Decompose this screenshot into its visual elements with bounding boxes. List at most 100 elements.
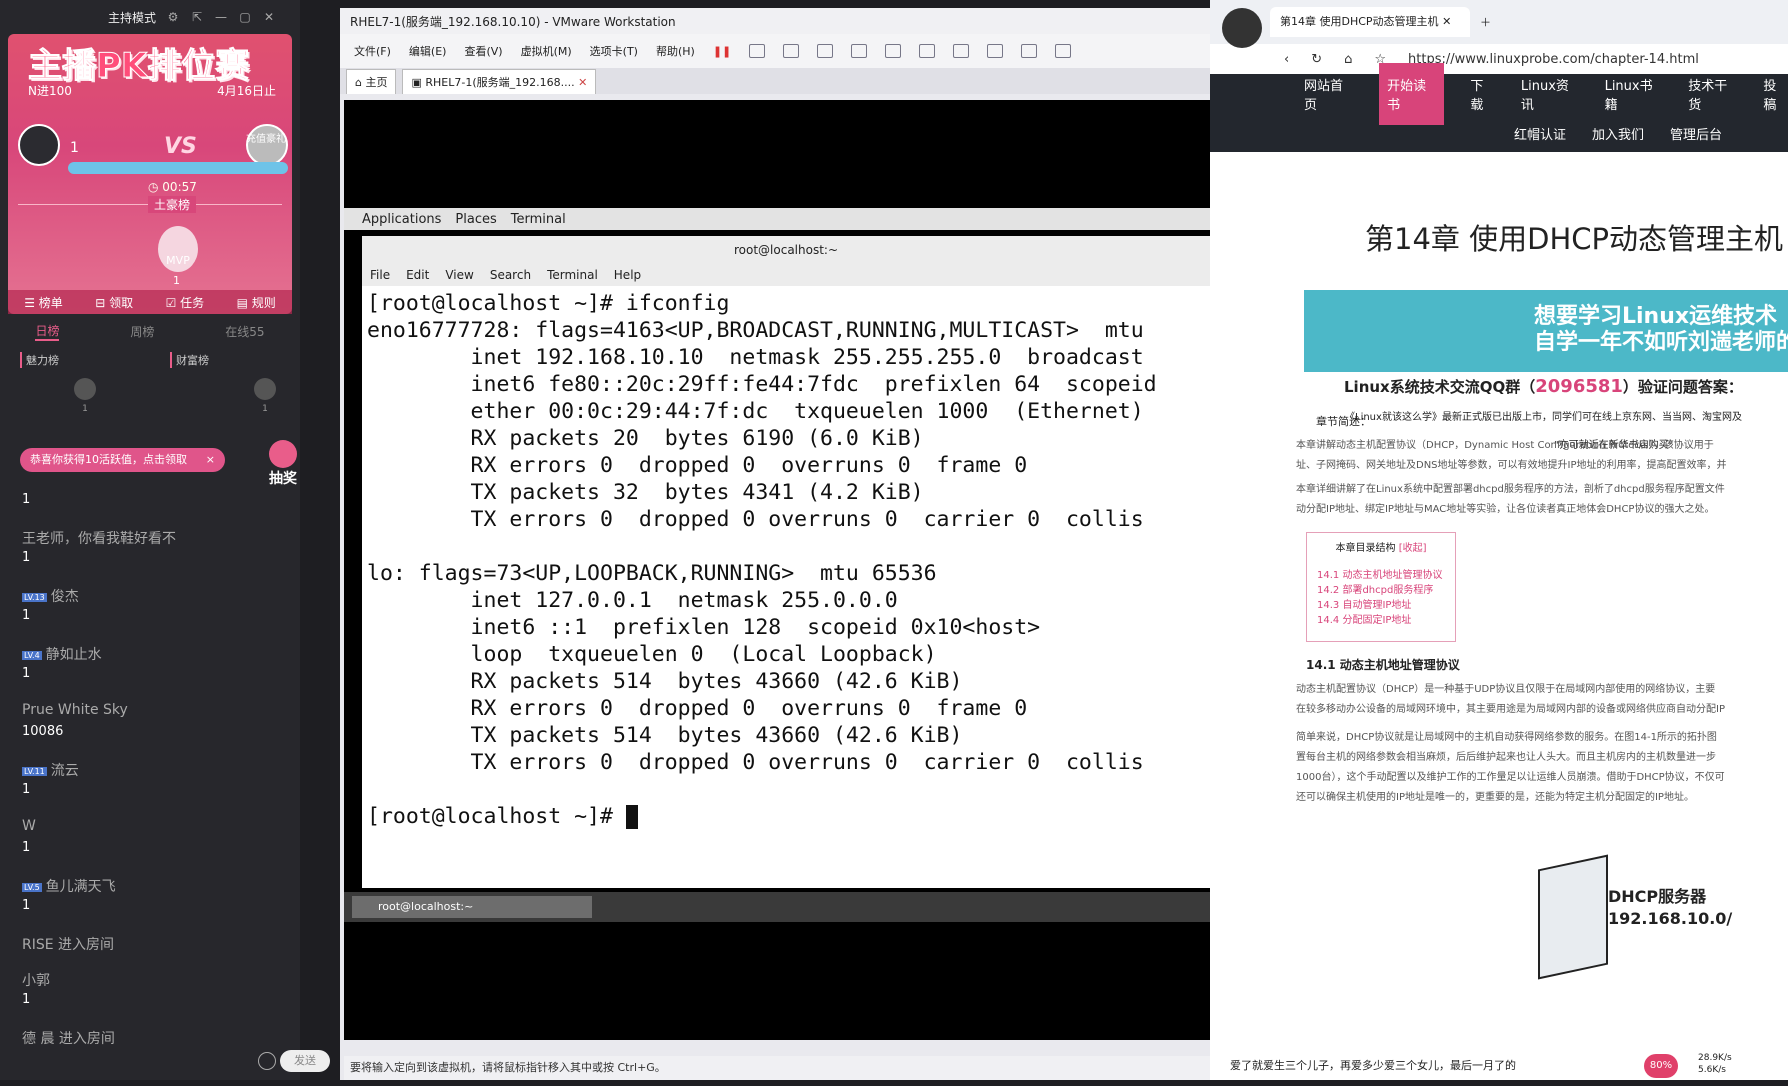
terminal-cursor: [625, 805, 638, 829]
level-badge: LV.13: [22, 592, 47, 602]
nav-admin[interactable]: 管理后台: [1670, 124, 1722, 143]
chat-message: 小郭 1: [22, 973, 50, 1007]
profile-avatar[interactable]: [1222, 8, 1262, 48]
nav-start-reading[interactable]: 开始读书: [1379, 63, 1445, 125]
console-view-icon[interactable]: [919, 44, 936, 58]
paragraph: 还可以确保主机使用的IP地址是唯一的，更重要的是，还能为特定主机分配固定的IP地…: [1296, 792, 1694, 803]
send-button[interactable]: 发送: [280, 1050, 330, 1072]
term-menu-edit[interactable]: Edit: [406, 268, 429, 282]
tab-online[interactable]: 在线55: [225, 323, 264, 340]
new-tab-icon[interactable]: ＋: [1480, 14, 1491, 30]
tab-home[interactable]: ⌂ 主页: [346, 69, 397, 94]
guard-label: 土豪榜: [148, 196, 197, 213]
tab-weekly[interactable]: 周榜: [130, 323, 154, 340]
back-icon[interactable]: ‹: [1284, 52, 1289, 67]
window-title: RHEL7-1(服务端_192.168.10.10) - VMware Work…: [350, 14, 676, 29]
popout-icon[interactable]: ⇱: [190, 10, 204, 24]
term-menu-help[interactable]: Help: [614, 268, 641, 282]
pause-icon[interactable]: ❚❚: [713, 45, 731, 58]
tab-close-icon[interactable]: ✕: [578, 76, 587, 89]
vs-label: VS: [164, 134, 197, 159]
nav-tech[interactable]: 技术干货: [1688, 75, 1737, 113]
stretch-icon[interactable]: [1055, 44, 1072, 58]
terminal-view-icon[interactable]: [1021, 44, 1038, 58]
url-field[interactable]: https://www.linuxprobe.com/chapter-14.ht…: [1408, 52, 1699, 67]
term-menu-terminal[interactable]: Terminal: [547, 268, 598, 282]
toc-collapse-link[interactable]: [收起]: [1399, 543, 1427, 554]
menu-vm[interactable]: 虚拟机(M): [521, 43, 572, 59]
term-menu-view[interactable]: View: [445, 268, 473, 282]
cpu-usage-badge[interactable]: 80%: [1644, 1054, 1678, 1078]
fullscreen-icon[interactable]: [953, 44, 970, 58]
tab-daily[interactable]: 日榜: [35, 322, 60, 341]
toc-item[interactable]: 14.3 自动管理IP地址: [1317, 598, 1445, 613]
nav-home[interactable]: 网站首页: [1304, 75, 1353, 113]
toc-item[interactable]: 14.2 部署dhcpd服务程序: [1317, 583, 1445, 598]
pk-tab-task[interactable]: ☑ 任务: [166, 294, 205, 311]
top-user-charm[interactable]: 1: [70, 378, 100, 414]
menu-tabs[interactable]: 选项卡(T): [590, 43, 638, 59]
nav-books[interactable]: Linux书籍: [1605, 75, 1663, 113]
taskbar-terminal-item[interactable]: root@localhost:~: [352, 896, 592, 918]
nav-download[interactable]: 下载: [1470, 75, 1495, 113]
browser-window: 第14章 使用DHCP动态管理主机 ✕ ＋ ‹ ↻ ⌂ ☆ https://ww…: [1210, 0, 1788, 1080]
address-bar: ‹ ↻ ⌂ ☆ https://www.linuxprobe.com/chapt…: [1210, 44, 1788, 74]
top-user-wealth[interactable]: 1: [250, 378, 280, 414]
nav-submit[interactable]: 投稿: [1763, 75, 1788, 113]
reward-notice[interactable]: 恭喜你获得10活跃值，点击领取 ×: [20, 448, 225, 472]
close-icon[interactable]: ✕: [262, 10, 276, 24]
home-icon[interactable]: ⌂: [1344, 52, 1352, 67]
nav-redhat-cert[interactable]: 红帽认证: [1514, 124, 1566, 143]
tab-vm[interactable]: ▣ RHEL7-1(服务端_192.168.... ✕: [402, 69, 597, 94]
vmware-window: RHEL7-1(服务端_192.168.10.10) - VMware Work…: [340, 8, 1210, 1080]
snapshot-icon[interactable]: [783, 44, 800, 58]
term-menu-file[interactable]: File: [370, 268, 390, 282]
menu-view[interactable]: 查看(V): [464, 43, 502, 59]
sidebar-toggle-icon[interactable]: [885, 44, 902, 58]
mvp-badge[interactable]: MVP: [158, 226, 198, 272]
chat-message: RISE 进入房间: [22, 937, 115, 953]
gnome-terminal[interactable]: Terminal: [511, 212, 566, 227]
rank-tabs: 日榜 周榜 在线55: [0, 318, 300, 344]
snapshot-manager-icon[interactable]: [851, 44, 868, 58]
vmware-titlebar: RHEL7-1(服务端_192.168.10.10) - VMware Work…: [340, 8, 1210, 34]
unity-icon[interactable]: [987, 44, 1004, 58]
toc-item[interactable]: 14.1 动态主机地址管理协议: [1317, 568, 1445, 583]
page-content: 第14章 使用DHCP动态管理主机 想要学习Linux运维技术 自学一年不如听刘…: [1210, 152, 1788, 1080]
menu-edit[interactable]: 编辑(E): [409, 43, 447, 59]
gnome-places[interactable]: Places: [455, 212, 496, 227]
gnome-applications[interactable]: Applications: [362, 212, 441, 227]
terminal-title: root@localhost:~: [362, 236, 1210, 264]
revert-snapshot-icon[interactable]: [817, 44, 834, 58]
terminal-output[interactable]: [root@localhost ~]# ifconfig eno16777728:…: [362, 286, 1210, 846]
notice-close-icon[interactable]: ×: [206, 448, 215, 472]
browser-tab[interactable]: 第14章 使用DHCP动态管理主机 ✕: [1270, 7, 1470, 37]
tab-wealth[interactable]: 财富榜: [170, 352, 290, 368]
send-keys-icon[interactable]: [749, 44, 766, 58]
settings-icon[interactable]: ⚙: [166, 10, 180, 24]
term-line: ​: [367, 533, 1206, 560]
term-menu-search[interactable]: Search: [490, 268, 531, 282]
pk-tab-claim[interactable]: ⊟ 领取: [95, 294, 133, 311]
top-users: 1 1: [70, 378, 280, 414]
menu-help[interactable]: 帮助(H): [656, 43, 695, 59]
toc-item[interactable]: 14.4 分配固定IP地址: [1317, 613, 1445, 628]
recharge-badge[interactable]: 充值豪礼: [246, 130, 286, 145]
tab-charm[interactable]: 魅力榜: [20, 352, 140, 368]
nav-news[interactable]: Linux资讯: [1521, 75, 1579, 113]
terminal-menubar: File Edit View Search Terminal Help: [362, 264, 1210, 286]
tab-close-icon[interactable]: ✕: [1442, 15, 1451, 28]
reload-icon[interactable]: ↻: [1311, 52, 1322, 67]
host-avatar[interactable]: [18, 124, 60, 166]
pk-tab-rank[interactable]: ☰ 榜单: [24, 294, 63, 311]
maximize-icon[interactable]: ▢: [238, 10, 252, 24]
ad-banner[interactable]: 想要学习Linux运维技术 自学一年不如听刘遄老师的: [1304, 290, 1788, 372]
menu-file[interactable]: 文件(F): [354, 43, 391, 59]
chat-message: LV.11 流云 1: [22, 763, 79, 797]
minimize-icon[interactable]: —: [214, 10, 228, 24]
term-prompt-line: [root@localhost ~]#: [367, 803, 1206, 830]
nav-join-us[interactable]: 加入我们: [1592, 124, 1644, 143]
pk-tab-rules[interactable]: ▤ 规则: [237, 294, 276, 311]
emoji-icon[interactable]: [258, 1052, 276, 1070]
qq-group-line: Linux系统技术交流QQ群（2096581）验证问题答案：: [1344, 376, 1743, 397]
